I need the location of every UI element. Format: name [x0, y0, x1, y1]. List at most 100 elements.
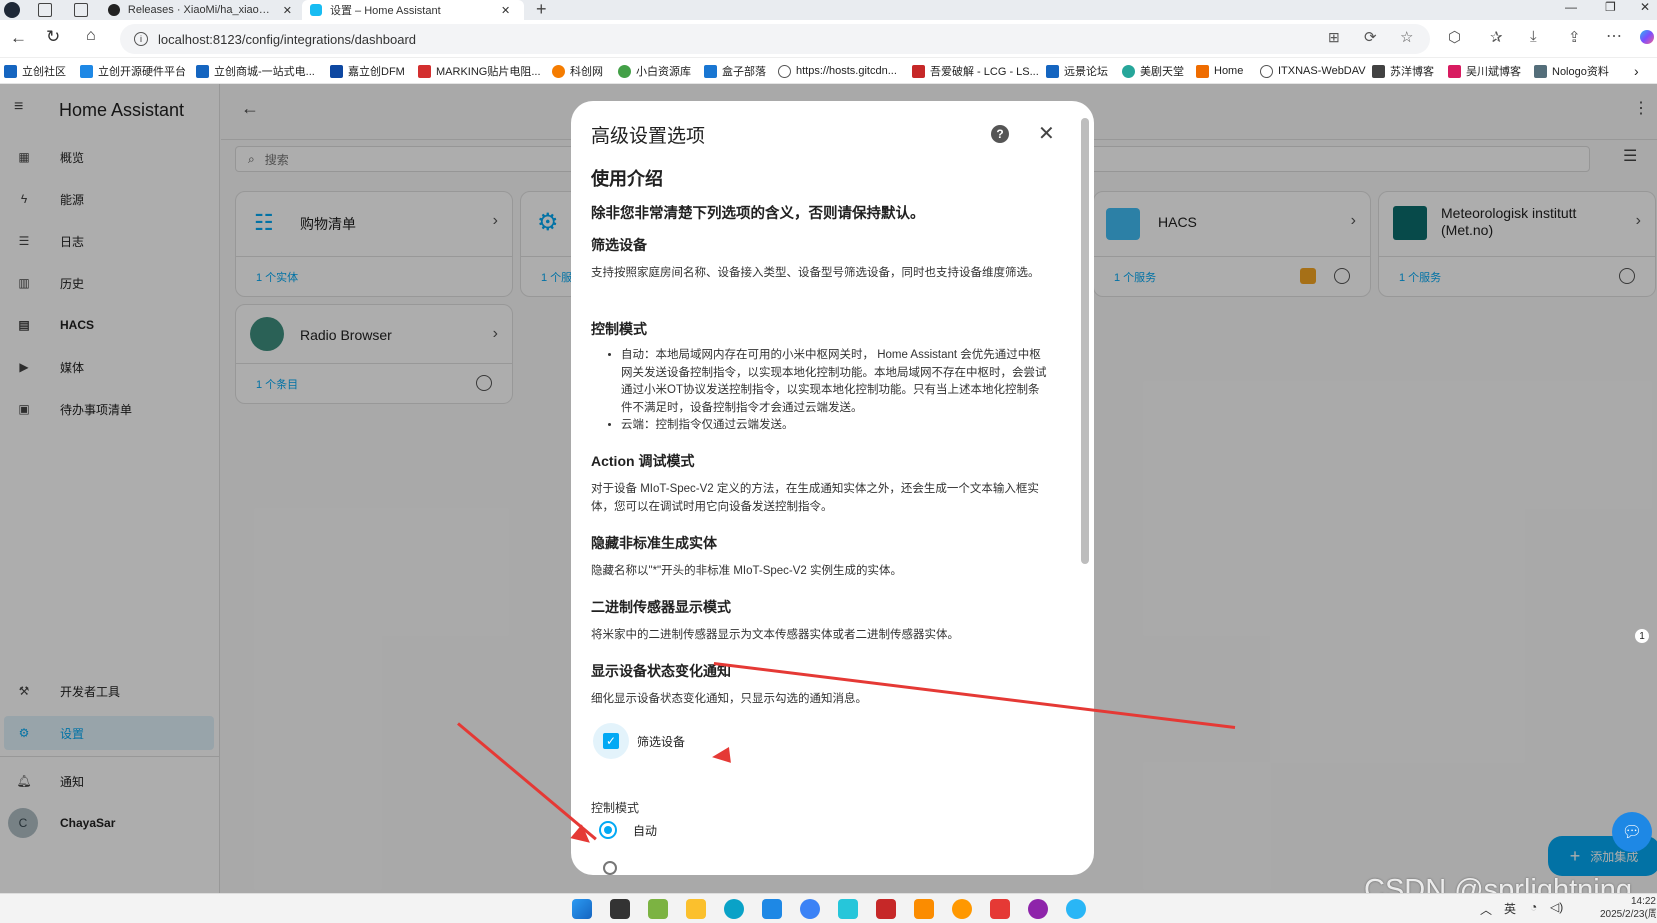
- tab-actions-icon[interactable]: [74, 3, 88, 17]
- globe-icon: [1260, 64, 1273, 78]
- bookmark-item[interactable]: 美剧天堂: [1122, 62, 1184, 80]
- url-text: localhost:8123/config/integrations/dashb…: [158, 31, 417, 47]
- section-bullets: 自动：本地局域网内存在可用的小米中枢网关时， Home Assistant 会优…: [607, 347, 1047, 435]
- app-icon[interactable]: [914, 899, 934, 919]
- volume-icon[interactable]: ◁): [1550, 900, 1563, 914]
- bookmark-icon: [1196, 64, 1209, 78]
- control-mode-auto-radio[interactable]: 自动: [599, 821, 657, 839]
- filter-devices-checkbox-row[interactable]: ✓ 筛选设备: [593, 723, 685, 759]
- bookmark-item[interactable]: 立创商城-一站式电...: [196, 62, 315, 80]
- tab-releases[interactable]: Releases · XiaoMi/ha_xiaomi_hom ✕: [100, 0, 300, 20]
- reload-icon[interactable]: ↻: [46, 27, 60, 47]
- wifi-icon[interactable]: ◔: [1530, 900, 1537, 914]
- bookmarks-bar: 立创社区 立创开源硬件平台 立创商城-一站式电... 嘉立创DFM MARKIN…: [0, 58, 1657, 84]
- app-icon[interactable]: [876, 899, 896, 919]
- section-heading: 控制模式: [591, 321, 647, 337]
- ime-indicator[interactable]: 英: [1504, 900, 1516, 917]
- app-icon[interactable]: [648, 899, 668, 919]
- app-icon[interactable]: [1066, 899, 1086, 919]
- bookmark-item[interactable]: 苏洋博客: [1372, 62, 1434, 80]
- url-field[interactable]: i localhost:8123/config/integrations/das…: [120, 24, 1430, 54]
- tab-title: Releases · XiaoMi/ha_xiaomi_hom: [127, 4, 277, 16]
- back-icon[interactable]: ←: [10, 28, 27, 48]
- tab-settings[interactable]: 设置 – Home Assistant ✕: [302, 0, 524, 20]
- dialog-scrollbar[interactable]: [1081, 118, 1089, 564]
- bookmark-item[interactable]: 吾爱破解 - LCG - LS...: [912, 62, 1039, 80]
- bookmark-item[interactable]: Home: [1196, 62, 1243, 80]
- favorite-star-icon[interactable]: ☆: [1400, 28, 1413, 46]
- bookmark-item[interactable]: 盒子部落: [704, 62, 766, 80]
- close-tab-icon[interactable]: ✕: [501, 4, 510, 17]
- radio-label: 自动: [633, 823, 658, 838]
- browser-tab-bar: Releases · XiaoMi/ha_xiaomi_hom ✕ 设置 – H…: [0, 0, 1657, 20]
- section-text: 对于设备 MIoT-Spec-V2 定义的方法，在生成通知实体之外，还会生成一个…: [591, 483, 1039, 513]
- start-icon[interactable]: [572, 899, 592, 919]
- radio-unselected-icon[interactable]: [603, 861, 617, 875]
- radio-selected-icon[interactable]: [599, 821, 617, 839]
- radio-dot: [604, 826, 612, 834]
- section-text: 支持按照家庭房间名称、设备接入类型、设备型号筛选设备，同时也支持设备维度筛选。: [591, 267, 1040, 279]
- workspaces-icon[interactable]: [38, 3, 52, 17]
- bookmark-item[interactable]: 立创开源硬件平台: [80, 62, 186, 80]
- tray-chevron-icon[interactable]: ︿: [1480, 901, 1492, 918]
- notification-bubble[interactable]: 1: [1634, 628, 1650, 644]
- tab-title: 设置 – Home Assistant: [330, 5, 441, 17]
- restore-button[interactable]: ❐: [1605, 0, 1616, 14]
- bookmark-icon: [618, 64, 631, 78]
- bullet-item: 自动：本地局域网内存在可用的小米中枢网关时， Home Assistant 会优…: [621, 347, 1047, 417]
- bookmark-item[interactable]: ITXNAS-WebDAV: [1260, 62, 1366, 80]
- bookmark-item[interactable]: 科创网: [552, 62, 603, 80]
- window-close-button[interactable]: ✕: [1640, 0, 1650, 14]
- home-assistant-icon: [310, 4, 322, 16]
- taskview-icon[interactable]: [610, 899, 630, 919]
- bookmark-item[interactable]: https://hosts.gitcdn...: [778, 62, 897, 80]
- translate-icon[interactable]: ⟳: [1364, 28, 1377, 46]
- app-available-icon[interactable]: ⊞: [1328, 29, 1340, 46]
- bookmark-icon: [1534, 64, 1547, 78]
- bookmark-icon: [552, 64, 565, 78]
- app-icon[interactable]: [838, 899, 858, 919]
- close-icon[interactable]: ✕: [1038, 121, 1055, 146]
- bookmark-item[interactable]: Nologo资料: [1534, 62, 1609, 80]
- file-explorer-icon[interactable]: [686, 899, 706, 919]
- help-icon[interactable]: ?: [991, 125, 1009, 143]
- copilot-icon[interactable]: [1640, 30, 1654, 44]
- more-menu-icon[interactable]: ⋯: [1606, 26, 1622, 46]
- app-icon[interactable]: [1028, 899, 1048, 919]
- share-icon[interactable]: ⇪: [1568, 28, 1581, 46]
- more-bookmarks-icon[interactable]: ›: [1634, 62, 1639, 80]
- dialog-title: 高级设置选项: [591, 126, 706, 147]
- section-text: 隐藏名称以"*"开头的非标准 MIoT-Spec-V2 实例生成的实体。: [591, 565, 903, 577]
- bookmark-item[interactable]: 吴川斌博客: [1448, 62, 1521, 80]
- clock[interactable]: 14:22 2025/2/23(周日): [1600, 895, 1656, 921]
- app-icon[interactable]: [762, 899, 782, 919]
- new-tab-button[interactable]: +: [536, 0, 547, 20]
- close-tab-icon[interactable]: ✕: [283, 4, 292, 17]
- favorites-icon[interactable]: ✰: [1490, 28, 1503, 46]
- extensions-icon[interactable]: ⬡: [1448, 28, 1461, 46]
- info-icon[interactable]: i: [134, 32, 148, 46]
- qbittorrent-icon[interactable]: [800, 899, 820, 919]
- wps-icon[interactable]: [990, 899, 1010, 919]
- advanced-options-dialog: 高级设置选项 ? ✕ 使用介绍 除非您非常清楚下列选项的含义，否则请保持默认。 …: [571, 101, 1094, 875]
- search-app-icon[interactable]: [952, 899, 972, 919]
- home-icon[interactable]: ⌂: [86, 27, 96, 45]
- minimize-button[interactable]: —: [1565, 0, 1577, 14]
- bookmark-icon: [1372, 64, 1385, 78]
- downloads-icon[interactable]: ⤓: [1530, 28, 1537, 45]
- browser-profile-icon[interactable]: [4, 2, 20, 18]
- bookmark-icon: [1448, 64, 1461, 78]
- windows-taskbar: ︿ 英 ◔ ◁) 14:22 2025/2/23(周日): [0, 893, 1657, 923]
- checkbox-checked-icon[interactable]: ✓: [603, 733, 619, 749]
- bookmark-item[interactable]: MARKING贴片电阻...: [418, 62, 541, 80]
- edge-icon[interactable]: [724, 899, 744, 919]
- bullet-item: 云端：控制指令仅通过云端发送。: [621, 417, 1047, 435]
- bookmark-item[interactable]: 嘉立创DFM: [330, 62, 405, 80]
- bookmark-item[interactable]: 远景论坛: [1046, 62, 1108, 80]
- chat-assistant-icon[interactable]: 💬︎: [1612, 812, 1652, 852]
- bookmark-icon: [1122, 64, 1135, 78]
- bookmark-icon: [80, 64, 93, 78]
- checkbox-label: 筛选设备: [637, 734, 686, 749]
- bookmark-item[interactable]: 立创社区: [4, 62, 66, 80]
- bookmark-item[interactable]: 小白资源库: [618, 62, 691, 80]
